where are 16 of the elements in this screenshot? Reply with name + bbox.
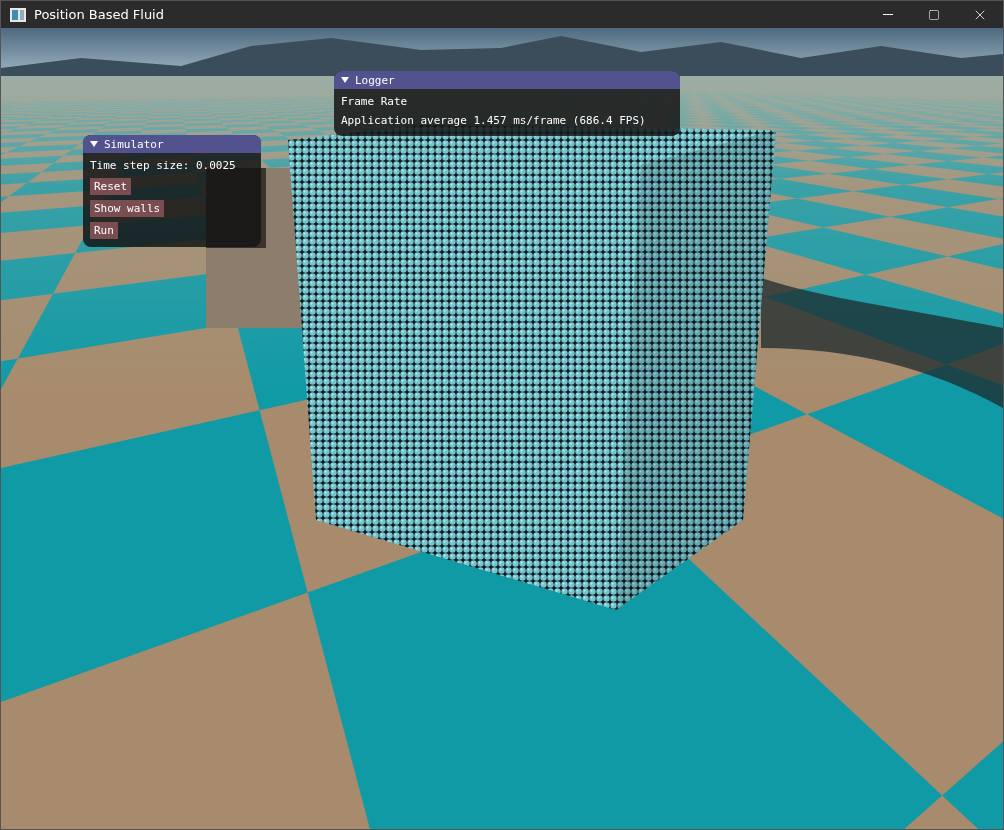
panel-title: Logger (355, 73, 395, 87)
panel-button[interactable]: Run (90, 222, 118, 239)
app-icon (10, 7, 26, 22)
maximize-icon (928, 8, 940, 21)
triangle-icon[interactable] (341, 76, 349, 84)
panel-title: Simulator (104, 137, 164, 151)
minimize-icon (883, 14, 893, 15)
panel-button[interactable]: Show walls (90, 200, 165, 217)
panel-text: Frame Rate (341, 94, 408, 109)
triangle-icon[interactable] (90, 140, 98, 148)
window-title: Position Based Fluid (34, 7, 165, 22)
panel-button[interactable]: Reset (90, 178, 132, 195)
panel-header[interactable]: Simulator (83, 135, 261, 153)
panel-text: Time step size: 0.0025 (90, 158, 236, 173)
panel-header[interactable]: Logger (334, 71, 680, 89)
panel-text: Application average 1.457 ms/frame (686.4 FPS) (341, 113, 646, 128)
